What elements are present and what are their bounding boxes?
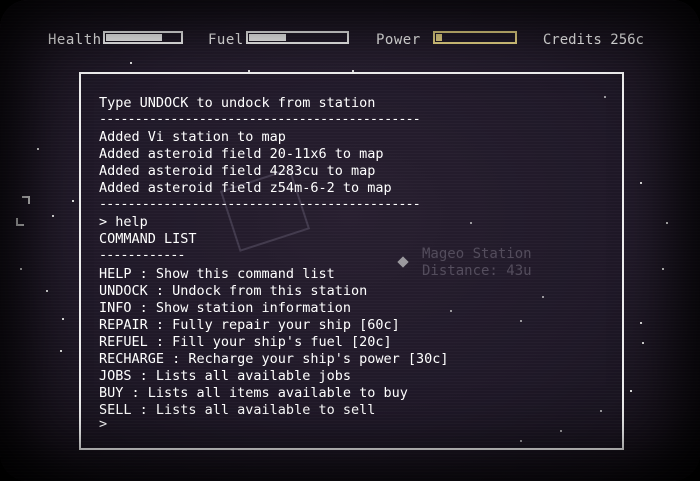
log-line: Added Vi station to map bbox=[99, 129, 286, 145]
star bbox=[62, 318, 64, 320]
fuel-bar-fill bbox=[249, 34, 286, 41]
star bbox=[666, 222, 668, 224]
fuel-bar bbox=[246, 31, 349, 44]
log-line: Added asteroid field 20-11x6 to map bbox=[99, 146, 384, 162]
command-item: HELP : Show this command list bbox=[99, 266, 335, 282]
credits-display: Credits 256c bbox=[542, 32, 644, 48]
star bbox=[662, 268, 664, 270]
command-item: BUY : Lists all items available to buy bbox=[99, 385, 408, 401]
star bbox=[52, 215, 54, 217]
star bbox=[630, 390, 632, 392]
log-line: Added asteroid field z54m-6-2 to map bbox=[99, 180, 392, 196]
command-item: UNDOCK : Undock from this station bbox=[99, 283, 368, 299]
health-bar bbox=[103, 31, 183, 44]
command-prompt-input[interactable]: > bbox=[99, 416, 107, 433]
star bbox=[640, 322, 642, 324]
command-list-title: COMMAND LIST bbox=[99, 231, 197, 247]
star bbox=[130, 62, 132, 64]
command-item: INFO : Show station information bbox=[99, 300, 351, 316]
power-bar-fill bbox=[436, 34, 442, 41]
station-terminal[interactable]: Type UNDOCK to undock from station -----… bbox=[79, 72, 624, 450]
power-bar bbox=[433, 31, 517, 44]
game-screen: Health Fuel Power Credits 256c Mageo Sta… bbox=[0, 0, 700, 481]
offscreen-target-marker bbox=[16, 196, 30, 226]
star bbox=[20, 268, 22, 270]
command-list-underline: ------------ bbox=[99, 247, 186, 263]
command-item: RECHARGE : Recharge your ship's power [3… bbox=[99, 351, 449, 367]
star bbox=[642, 342, 644, 344]
fuel-label: Fuel bbox=[208, 32, 244, 48]
terminal-divider: ----------------------------------------… bbox=[99, 111, 421, 127]
terminal-header: Type UNDOCK to undock from station bbox=[99, 95, 376, 111]
health-label: Health bbox=[48, 32, 102, 48]
star bbox=[46, 290, 48, 292]
terminal-divider: ----------------------------------------… bbox=[99, 196, 421, 212]
star bbox=[640, 182, 642, 184]
command-item: SELL : Lists all available to sell bbox=[99, 402, 376, 418]
star bbox=[37, 148, 39, 150]
star bbox=[60, 350, 62, 352]
power-label: Power bbox=[376, 32, 421, 48]
command-item: JOBS : Lists all available jobs bbox=[99, 368, 351, 384]
command-item: REPAIR : Fully repair your ship [60c] bbox=[99, 317, 400, 333]
command-item: REFUEL : Fill your ship's fuel [20c] bbox=[99, 334, 392, 350]
entered-command: > help bbox=[99, 214, 148, 230]
star bbox=[72, 200, 74, 202]
health-bar-fill bbox=[106, 34, 162, 41]
log-line: Added asteroid field 4283cu to map bbox=[99, 163, 376, 179]
